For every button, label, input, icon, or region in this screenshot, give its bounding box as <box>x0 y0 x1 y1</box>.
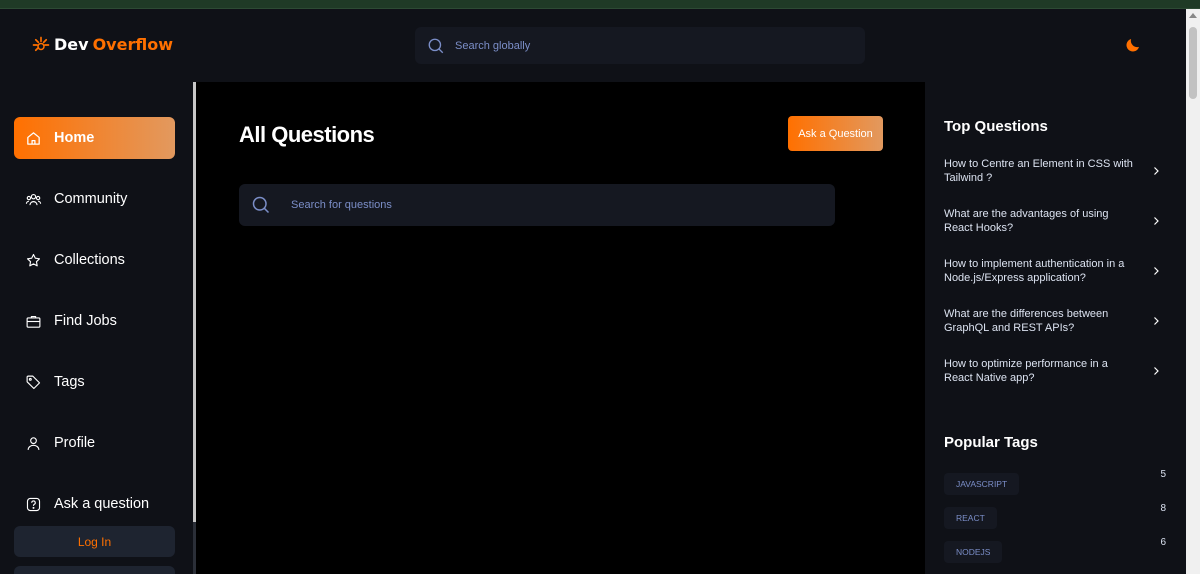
top-question-item[interactable]: How to implement authentication in a Nod… <box>944 256 1174 286</box>
page-title: All Questions <box>239 122 375 147</box>
sidebar-item-collections[interactable]: Collections <box>14 239 175 281</box>
top-question-item[interactable]: What are the differences between GraphQL… <box>944 306 1174 336</box>
user-icon <box>27 436 40 450</box>
question-search-input[interactable] <box>291 199 791 211</box>
top-question-text: How to Centre an Element in CSS with Tai… <box>944 158 1133 184</box>
top-questions-heading: Top Questions <box>944 118 1048 135</box>
tag-count: 6 <box>1160 537 1166 548</box>
page-scrollbar-thumb[interactable] <box>1189 27 1197 99</box>
logo[interactable]: Dev Overflow <box>32 35 173 54</box>
question-icon <box>26 497 41 511</box>
tag-pill[interactable]: REACT <box>944 507 997 529</box>
scroll-up-icon[interactable] <box>1189 13 1197 18</box>
sidebar-item-label: Ask a question <box>54 496 150 512</box>
sidebar-item-label: Collections <box>54 252 125 268</box>
home-icon <box>27 131 40 145</box>
logo-icon <box>32 36 50 51</box>
sidebar-item-label: Tags <box>54 374 85 390</box>
chevron-right-icon <box>1154 367 1159 375</box>
top-question-text: How to optimize performance in a React N… <box>944 358 1108 384</box>
global-search-input[interactable] <box>455 39 835 52</box>
popular-tags-heading: Popular Tags <box>944 434 1038 451</box>
chevron-right-icon <box>1154 267 1159 275</box>
main-content: All Questions Ask a Question <box>196 82 925 574</box>
tag-row: JAVASCRIPT 5 <box>944 469 1166 495</box>
top-question-text: What are the advantages of using React H… <box>944 208 1109 234</box>
navbar: Dev Overflow <box>0 9 1186 82</box>
top-question-item[interactable]: How to optimize performance in a React N… <box>944 356 1174 386</box>
tag-pill[interactable]: JAVASCRIPT <box>944 473 1020 495</box>
login-button[interactable]: Log In <box>14 526 175 557</box>
chevron-right-icon <box>1154 217 1159 225</box>
community-icon <box>25 193 42 205</box>
sidebar-item-label: Community <box>54 191 128 207</box>
logo-text-overflow: Overflow <box>92 35 173 54</box>
top-question-item[interactable]: What are the advantages of using React H… <box>944 206 1174 236</box>
search-icon <box>252 196 270 214</box>
sidebar-item-home[interactable]: Home <box>14 117 175 159</box>
logo-text-dev: Dev <box>54 35 89 54</box>
tag-count: 5 <box>1160 469 1166 480</box>
right-sidebar: Top Questions How to Centre an Element i… <box>925 82 1186 574</box>
left-sidebar: Home Community Collections Find Jobs Tag… <box>0 82 193 574</box>
chevron-right-icon <box>1154 317 1159 325</box>
tag-pill[interactable]: NODEJS <box>944 541 1003 563</box>
moon-icon[interactable] <box>1124 36 1142 54</box>
top-question-item[interactable]: How to Centre an Element in CSS with Tai… <box>944 156 1174 186</box>
top-question-text: What are the differences between GraphQL… <box>944 308 1109 334</box>
sidebar-item-community[interactable]: Community <box>14 178 175 220</box>
global-search-bar[interactable] <box>415 27 865 64</box>
sidebar-item-label: Home <box>54 130 95 146</box>
tag-icon <box>26 375 41 389</box>
tag-count: 8 <box>1160 503 1166 514</box>
page-scrollbar[interactable] <box>1186 9 1200 574</box>
ask-question-button[interactable]: Ask a Question <box>788 116 883 151</box>
sidebar-item-profile[interactable]: Profile <box>14 422 175 464</box>
tag-row: REACT 8 <box>944 503 1166 529</box>
sidebar-item-tags[interactable]: Tags <box>14 361 175 403</box>
search-icon <box>428 38 444 53</box>
sidebar-item-label: Find Jobs <box>54 313 117 329</box>
browser-top-strip <box>0 0 1200 9</box>
sidebar-item-label: Profile <box>54 435 96 451</box>
tag-row: NODEJS 6 <box>944 537 1166 563</box>
chevron-right-icon <box>1154 167 1159 175</box>
signup-button[interactable] <box>14 566 175 574</box>
star-icon <box>26 253 41 266</box>
sidebar-item-find-jobs[interactable]: Find Jobs <box>14 300 175 342</box>
question-search-bar[interactable] <box>239 184 835 226</box>
briefcase-icon <box>26 315 41 328</box>
top-question-text: How to implement authentication in a Nod… <box>944 258 1125 284</box>
sidebar-item-ask-question[interactable]: Ask a question <box>14 483 175 525</box>
